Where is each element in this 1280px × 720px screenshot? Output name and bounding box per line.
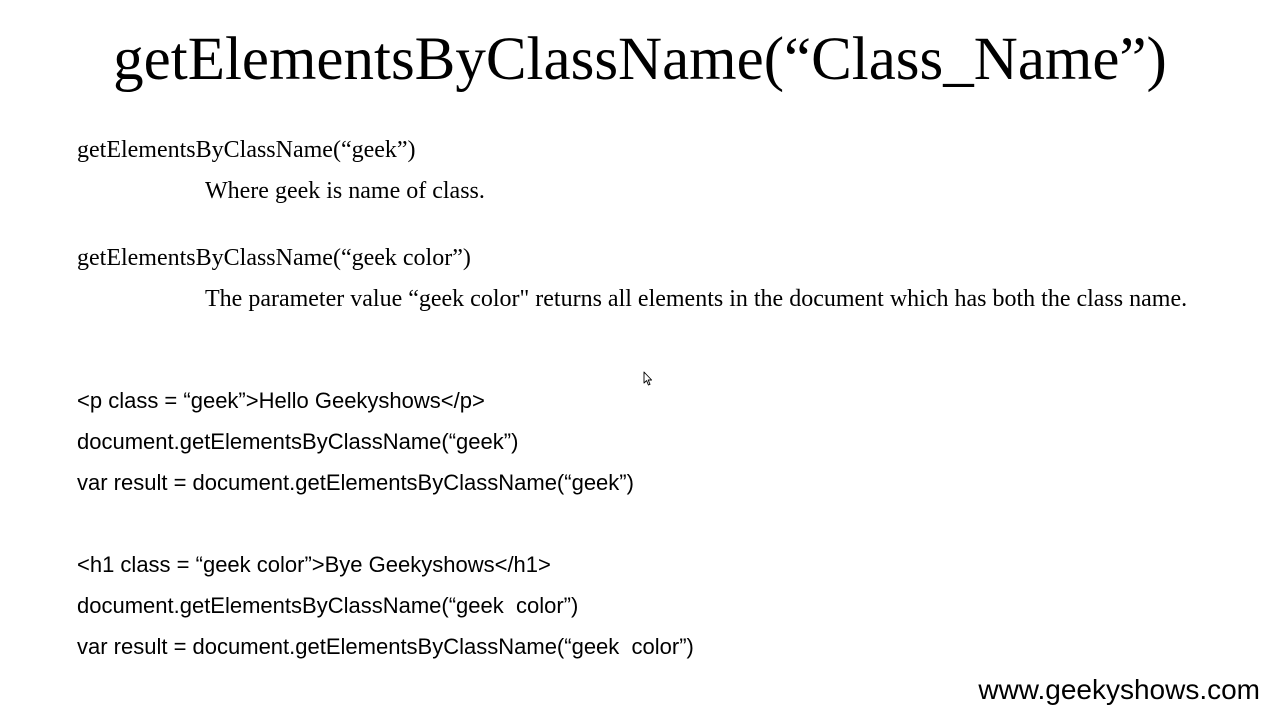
footer-url: www.geekyshows.com bbox=[978, 674, 1260, 705]
example-1-signature: getElementsByClassName(“geek”) bbox=[77, 137, 416, 163]
example-2-description: The parameter value “geek color" returns… bbox=[205, 286, 1188, 312]
code-line: <h1 class = “geek color”>Bye Geekyshows<… bbox=[77, 552, 551, 577]
slide-title: getElementsByClassName(“Class_Name”) bbox=[113, 26, 1167, 93]
example-2-signature: getElementsByClassName(“geek color”) bbox=[77, 245, 471, 271]
code-line: var result = document.getElementsByClass… bbox=[77, 470, 634, 495]
slide: getElementsByClassName(“Class_Name”) get… bbox=[0, 0, 1280, 720]
code-line: document.getElementsByClassName(“geek co… bbox=[77, 593, 579, 618]
code-line: var result = document.getElementsByClass… bbox=[77, 634, 694, 659]
code-line: <p class = “geek”>Hello Geekyshows</p> bbox=[77, 388, 485, 413]
example-1-description: Where geek is name of class. bbox=[205, 178, 485, 204]
code-line: document.getElementsByClassName(“geek”) bbox=[77, 429, 519, 454]
mouse-pointer-icon bbox=[643, 371, 653, 386]
